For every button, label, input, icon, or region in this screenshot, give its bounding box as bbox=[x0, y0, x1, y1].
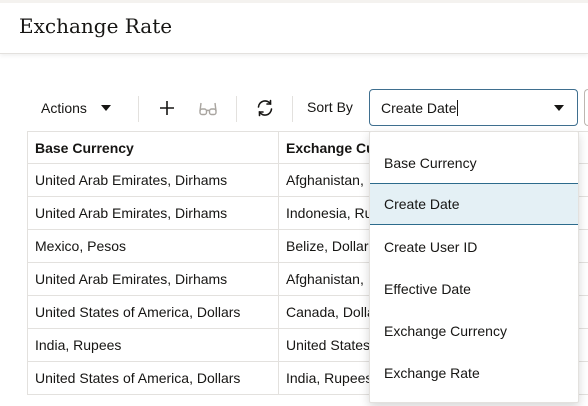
base-currency-cell: United Arab Emirates, Dirhams bbox=[27, 263, 279, 296]
sort-option-create-date[interactable]: Create Date bbox=[370, 183, 578, 225]
page-title: Exchange Rate bbox=[19, 14, 173, 38]
sort-by-value: Create Date bbox=[381, 99, 457, 116]
chevron-down-icon bbox=[554, 105, 564, 111]
sort-option-exchange-rate[interactable]: Exchange Rate bbox=[370, 352, 578, 394]
base-currency-cell: India, Rupees bbox=[27, 329, 279, 362]
base-currency-cell: United Arab Emirates, Dirhams bbox=[27, 164, 279, 197]
sort-by-select[interactable]: Create Date bbox=[369, 89, 578, 126]
refresh-icon bbox=[257, 99, 273, 117]
refresh-button[interactable] bbox=[251, 94, 279, 122]
toolbar-divider bbox=[292, 96, 293, 122]
column-header-base-currency[interactable]: Base Currency bbox=[27, 132, 279, 165]
text-cursor bbox=[457, 99, 459, 116]
base-currency-cell: United States of America, Dollars bbox=[27, 362, 279, 395]
plus-icon bbox=[160, 101, 174, 115]
page-header: Exchange Rate bbox=[0, 0, 588, 54]
chevron-down-icon bbox=[100, 105, 111, 111]
sort-by-label: Sort By bbox=[307, 99, 353, 115]
sort-option-effective-date[interactable]: Effective Date bbox=[370, 268, 578, 310]
toolbar-divider bbox=[138, 96, 139, 122]
toolbar: Actions Sort By Create Date bbox=[0, 88, 588, 128]
view-button[interactable] bbox=[194, 94, 222, 122]
clipped-field[interactable] bbox=[584, 89, 588, 126]
sort-by-dropdown: Base Currency Create Date Create User ID… bbox=[369, 131, 579, 403]
actions-menu-button[interactable]: Actions bbox=[33, 94, 119, 122]
glasses-icon bbox=[199, 102, 217, 116]
sort-option-base-currency[interactable]: Base Currency bbox=[370, 142, 578, 184]
add-button[interactable] bbox=[153, 94, 181, 122]
actions-label: Actions bbox=[41, 100, 87, 116]
sort-option-create-user-id[interactable]: Create User ID bbox=[370, 226, 578, 268]
base-currency-cell: United States of America, Dollars bbox=[27, 296, 279, 329]
header-top-strip bbox=[0, 0, 588, 3]
base-currency-cell: Mexico, Pesos bbox=[27, 230, 279, 263]
toolbar-divider bbox=[236, 96, 237, 122]
sort-option-exchange-currency[interactable]: Exchange Currency bbox=[370, 310, 578, 352]
base-currency-cell: United Arab Emirates, Dirhams bbox=[27, 197, 279, 230]
